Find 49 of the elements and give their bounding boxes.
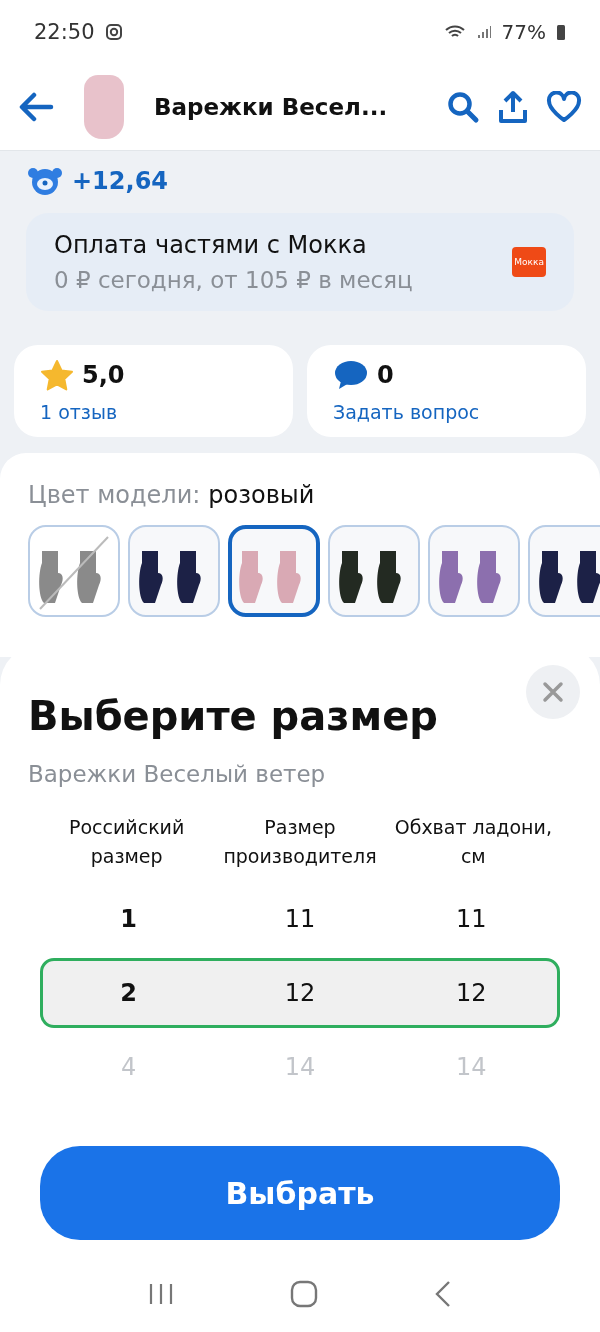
installments-card[interactable]: Оплата частями с Мокка 0 ₽ сегодня, от 105 ₽ в месяц Мокка <box>26 213 574 311</box>
close-icon <box>542 681 564 703</box>
size-cell-text: 14 <box>455 1053 488 1081</box>
installments-subtitle: 0 ₽ сегодня, от 105 ₽ в месяц <box>54 267 414 293</box>
size-cell-text: 12 <box>283 979 317 1007</box>
status-time: 22:50 <box>34 20 95 44</box>
size-cell-text: 1 <box>119 905 138 933</box>
signal-icon <box>475 24 492 40</box>
size-cell-text: 12 <box>455 979 488 1007</box>
share-icon[interactable] <box>498 90 528 124</box>
questions-card[interactable]: 0 Задать вопрос <box>307 345 586 437</box>
product-thumbnail <box>84 75 124 139</box>
size-row[interactable]: 1 11 11 <box>40 884 560 954</box>
back-arrow-icon[interactable] <box>18 92 54 122</box>
sheet-title: Выберите размер <box>28 693 439 739</box>
column-header: Обхват ладони, см <box>393 815 553 869</box>
choose-button[interactable]: Выбрать <box>40 1146 560 1240</box>
reviews-link[interactable]: 1 отзыв <box>40 401 267 423</box>
instagram-icon <box>104 23 123 41</box>
size-cell-text: 4 <box>120 1053 138 1081</box>
home-icon[interactable] <box>290 1280 318 1308</box>
size-cell-text: 2 <box>119 979 138 1007</box>
column-header: Размер производителя <box>222 815 378 869</box>
rating-card[interactable]: 5,0 1 отзыв <box>14 345 293 437</box>
search-icon[interactable] <box>446 90 480 124</box>
color-label: Цвет модели: <box>28 481 201 509</box>
size-cell-text: 11 <box>455 905 488 933</box>
bear-coin-icon <box>26 165 64 197</box>
speech-bubble-icon <box>333 359 369 391</box>
battery-percent: 77% <box>501 20 546 44</box>
back-icon[interactable] <box>434 1280 452 1308</box>
product-title: Варежки Весел... <box>154 94 389 120</box>
heart-icon[interactable] <box>546 91 582 123</box>
battery-icon <box>556 23 566 41</box>
star-icon <box>40 359 74 391</box>
size-cell-text: 11 <box>283 905 317 933</box>
color-swatch[interactable] <box>228 525 320 617</box>
rating-value: 5,0 <box>82 361 125 389</box>
size-cell-text: 14 <box>283 1053 317 1081</box>
recent-apps-icon[interactable] <box>148 1282 174 1306</box>
ask-question-link[interactable]: Задать вопрос <box>333 401 560 423</box>
color-value: розовый <box>208 481 315 509</box>
mokka-logo: Мокка <box>512 247 546 277</box>
bonus-amount: +12,64 <box>72 167 169 195</box>
questions-count: 0 <box>377 361 394 389</box>
column-header: Российский размер <box>68 815 186 869</box>
size-row[interactable]: 2 12 12 <box>40 958 560 1028</box>
installments-title: Оплата частями с Мокка <box>54 231 368 259</box>
sheet-subtitle: Варежки Веселый ветер <box>28 761 327 787</box>
